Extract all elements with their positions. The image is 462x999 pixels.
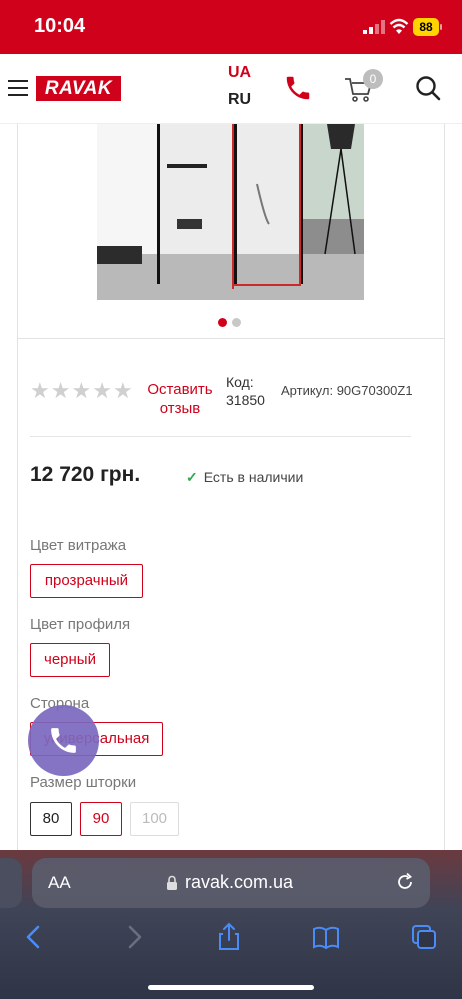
back-icon[interactable] xyxy=(20,922,50,952)
profile-color-label: Цвет профиля xyxy=(30,616,131,633)
cart-count-badge[interactable]: 0 xyxy=(363,69,383,89)
forward-icon[interactable] xyxy=(118,922,148,952)
checkmark-icon: ✓ xyxy=(186,469,198,485)
phone-handset-icon xyxy=(51,728,76,753)
status-bar: 10:04 88 xyxy=(0,0,462,54)
stock-status-text: Есть в наличии xyxy=(203,469,304,485)
battery-indicator: 88 xyxy=(413,18,439,36)
gallery-dot-active[interactable] xyxy=(218,318,227,327)
glass-color-option[interactable]: прозрачный xyxy=(30,564,143,598)
gallery-pagination xyxy=(218,314,246,332)
product-image[interactable] xyxy=(97,124,364,300)
star-icon[interactable]: ★ xyxy=(30,378,50,404)
divider xyxy=(30,436,411,437)
share-icon[interactable] xyxy=(214,922,244,952)
wifi-icon xyxy=(389,18,409,34)
call-button[interactable] xyxy=(28,705,99,776)
product-code-value: 31850 xyxy=(226,392,265,408)
bookmarks-icon[interactable] xyxy=(311,922,341,952)
lock-icon xyxy=(167,875,177,890)
lang-ua[interactable]: UA xyxy=(228,64,251,82)
rating-stars[interactable]: ★★★★★ xyxy=(30,378,134,404)
home-indicator xyxy=(148,985,314,990)
product-article: Артикул: 90G70300Z1 xyxy=(281,383,413,398)
previous-tab-preview[interactable] xyxy=(0,858,22,908)
hamburger-icon[interactable] xyxy=(8,80,28,96)
leave-review-link[interactable]: Оставить отзыв xyxy=(145,380,215,418)
size-option-90[interactable]: 90 xyxy=(80,802,122,836)
size-label: Размер шторки xyxy=(30,774,137,791)
size-option-80[interactable]: 80 xyxy=(30,802,72,836)
star-icon[interactable]: ★ xyxy=(113,378,133,404)
phone-icon[interactable] xyxy=(283,73,313,103)
battery-tip xyxy=(440,24,442,30)
url-text[interactable]: ravak.com.ua xyxy=(185,872,293,893)
product-code-label: Код: xyxy=(226,374,254,390)
stock-status: ✓ Есть в наличии xyxy=(186,469,303,486)
product-price: 12 720 грн. xyxy=(30,463,141,486)
size-option-100[interactable]: 100 xyxy=(130,802,179,836)
reload-icon[interactable] xyxy=(395,872,415,892)
divider xyxy=(17,338,445,339)
signal-icon xyxy=(363,20,385,34)
glass-color-label: Цвет витража xyxy=(30,537,127,554)
star-icon[interactable]: ★ xyxy=(92,378,112,404)
gallery-dot[interactable] xyxy=(232,318,241,327)
lang-ru[interactable]: RU xyxy=(228,91,251,109)
tabs-icon[interactable] xyxy=(409,922,439,952)
star-icon[interactable]: ★ xyxy=(51,378,71,404)
status-time: 10:04 xyxy=(34,15,86,37)
profile-color-option[interactable]: черный xyxy=(30,643,110,677)
search-icon[interactable] xyxy=(414,74,442,102)
star-icon[interactable]: ★ xyxy=(71,378,91,404)
reader-settings-button[interactable]: AA xyxy=(48,873,71,893)
ravak-logo[interactable]: RAVAK xyxy=(36,76,121,101)
